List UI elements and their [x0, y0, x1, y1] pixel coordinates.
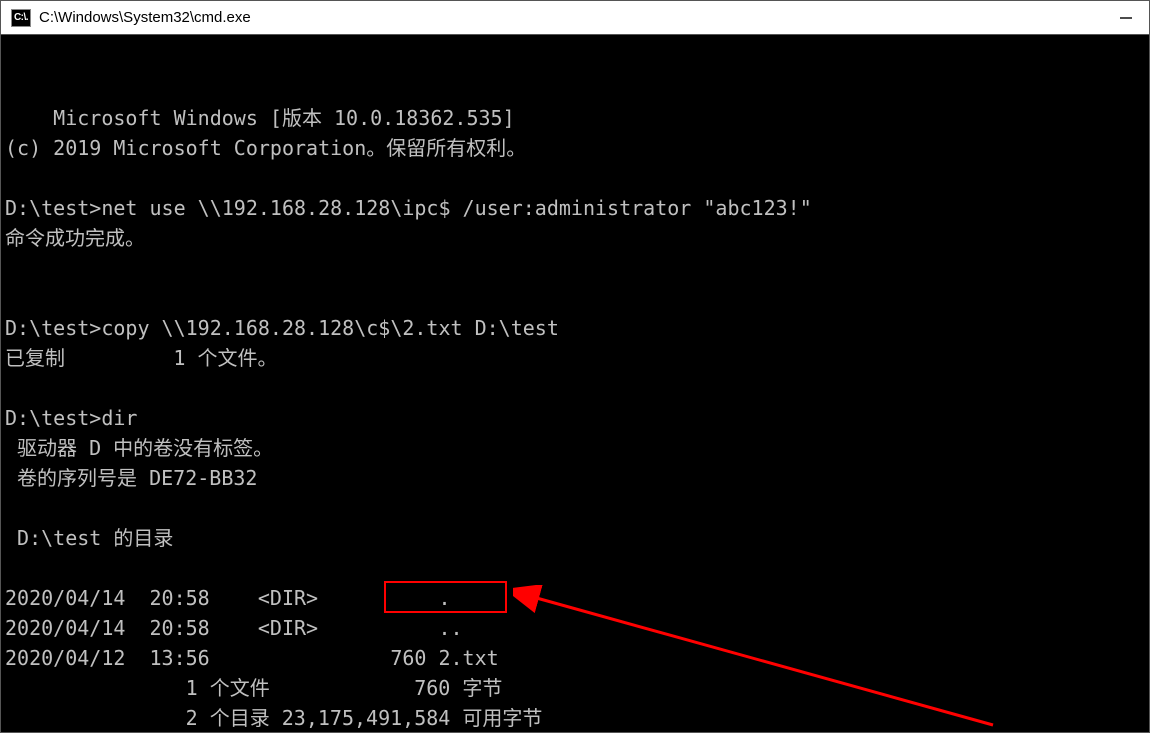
minimize-icon	[1119, 11, 1133, 25]
terminal-output[interactable]: Microsoft Windows [版本 10.0.18362.535] (c…	[1, 35, 1149, 732]
window-title: C:\Windows\System32\cmd.exe	[39, 9, 1103, 26]
window-controls	[1103, 1, 1149, 34]
titlebar[interactable]: C:\. C:\Windows\System32\cmd.exe	[1, 1, 1149, 35]
arrow-annotation	[513, 585, 1013, 732]
cmd-icon: C:\.	[11, 9, 31, 27]
cmd-window: C:\. C:\Windows\System32\cmd.exe Microso…	[0, 0, 1150, 733]
minimize-button[interactable]	[1103, 1, 1149, 34]
terminal-text: Microsoft Windows [版本 10.0.18362.535] (c…	[5, 106, 812, 732]
